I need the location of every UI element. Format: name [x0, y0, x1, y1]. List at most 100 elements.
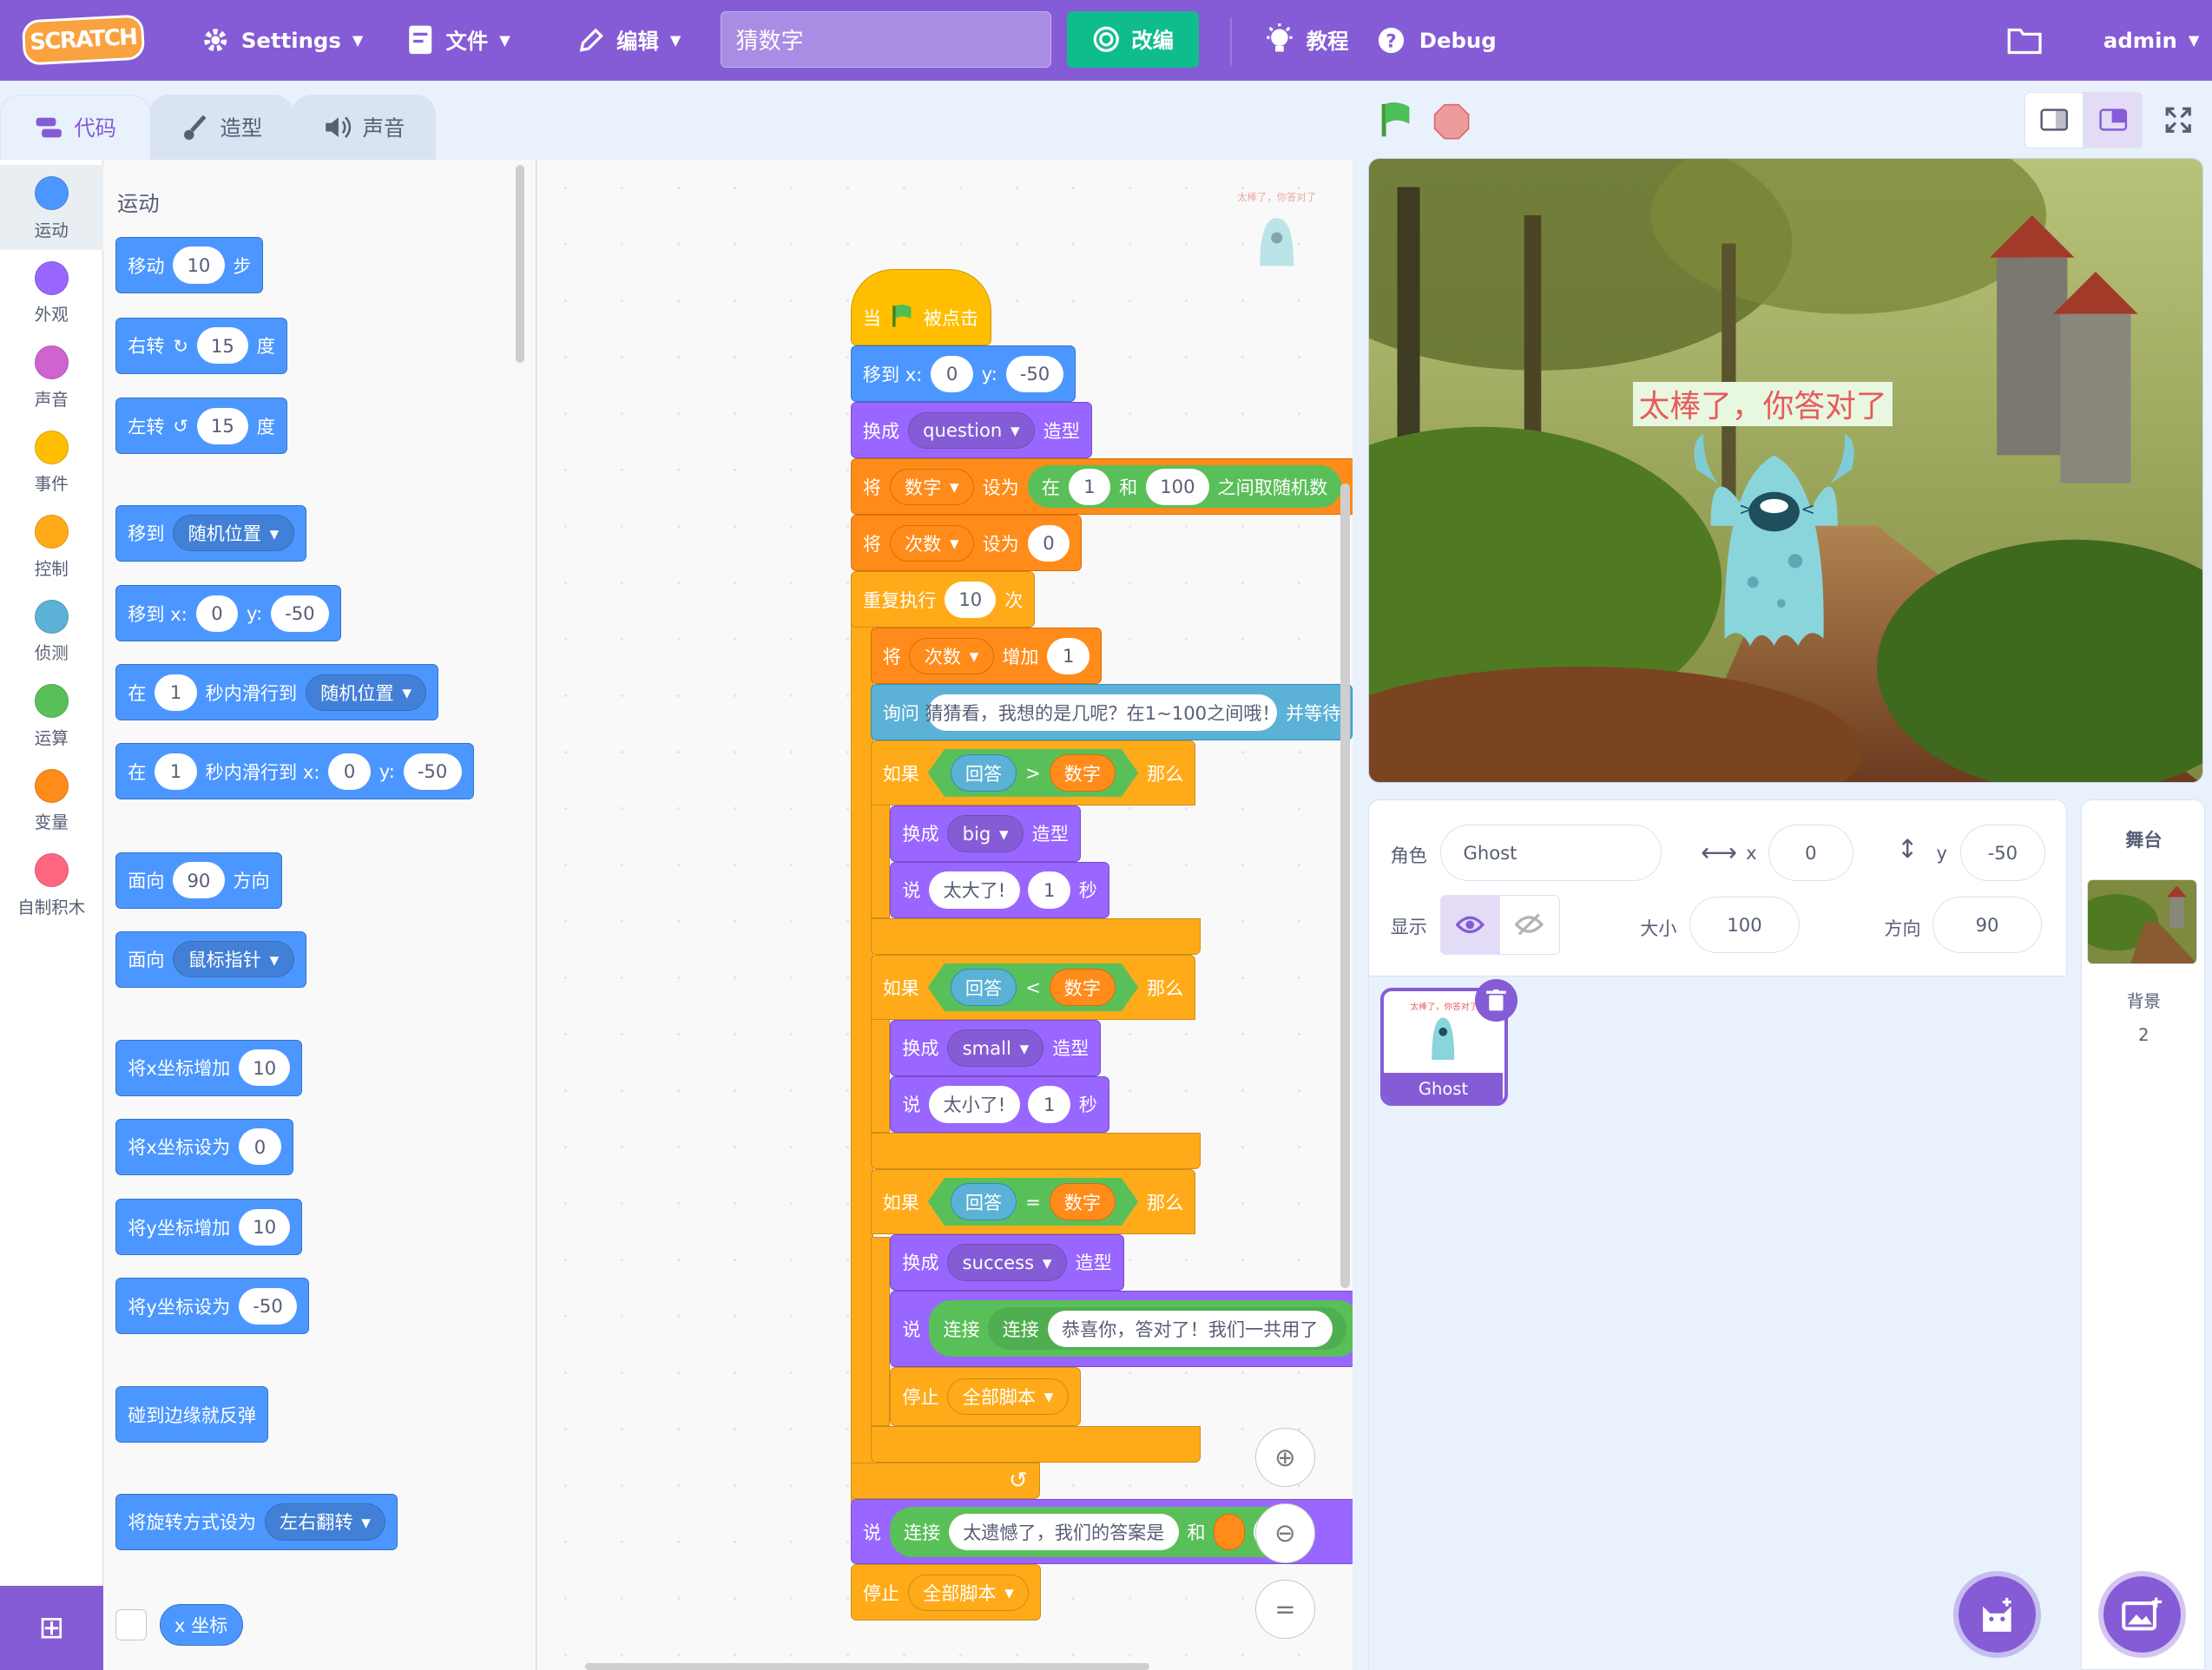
block-dropdown[interactable]: success ▾ [947, 1244, 1067, 1281]
zoom-out-button[interactable]: ⊖ [1255, 1503, 1315, 1563]
join-operator[interactable]: 连接 恭喜你，答对了！我们一共用了 [988, 1307, 1346, 1351]
block-input[interactable]: -50 [270, 595, 329, 632]
block-goto-xy[interactable]: 移到 x: 0 y: -50 [115, 585, 341, 642]
block-glide-to[interactable]: 在 1 秒内滑行到 随机位置 ▾ [115, 664, 439, 721]
block-input[interactable]: 0 [328, 753, 371, 790]
answer-reporter[interactable]: 回答 [951, 1183, 1017, 1220]
add-extension-button[interactable]: ⊞ [0, 1585, 103, 1670]
remix-button[interactable]: 改编 [1066, 11, 1200, 68]
greater-than-operator[interactable]: 回答 > 数字 [928, 749, 1139, 797]
fullscreen-button[interactable] [2150, 92, 2207, 148]
block-bounce[interactable]: 碰到边缘就反弹 [115, 1386, 269, 1443]
block-dropdown[interactable]: 全部脚本 ▾ [907, 1574, 1030, 1611]
block-input[interactable]: -50 [403, 753, 462, 790]
block-stop[interactable]: 停止 全部脚本 ▾ [890, 1366, 1081, 1426]
category-sound[interactable]: 声音 [0, 334, 103, 419]
block-say[interactable]: 说连接 连接 恭喜你，答对了！我们一共用了 [890, 1290, 1353, 1367]
block-input[interactable]: 15 [196, 407, 249, 444]
tutorials-button[interactable]: 教程 [1264, 0, 1348, 81]
scratch-logo[interactable]: SCRATCH [21, 13, 146, 66]
variable-reporter[interactable] [1214, 1513, 1246, 1550]
my-stuff-button[interactable] [2006, 0, 2043, 81]
block-glide-xy[interactable]: 在 1 秒内滑行到 x: 0 y: -50 [115, 743, 474, 800]
block-repeat[interactable]: 重复执行 10 次 [850, 571, 1036, 628]
join-operator[interactable]: 连接 连接 恭喜你，答对了！我们一共用了 [929, 1300, 1353, 1358]
random-operator[interactable]: 在 1 和 100 之间取随机数 [1027, 465, 1342, 508]
block-if-equal[interactable]: 如果 回答 = 数字 那么 [870, 1169, 1196, 1234]
block-input[interactable]: 猜猜看，我想的是几呢？在1~100之间哦！ [925, 694, 1280, 731]
block-goto-xy[interactable]: 移到 x: 0 y: -50 [850, 345, 1076, 403]
hide-sprite-button[interactable] [1498, 895, 1560, 955]
block-point-direction[interactable]: 面向 90 方向 [115, 851, 282, 909]
settings-menu[interactable]: Settings ▼ [201, 0, 363, 81]
equals-operator[interactable]: 回答 = 数字 [928, 1178, 1139, 1226]
answer-reporter[interactable]: 回答 [951, 754, 1017, 791]
block-input[interactable]: 1 [155, 674, 197, 711]
block-input[interactable]: 0 [195, 595, 239, 632]
block-switch-costume[interactable]: 换成 success ▾ 造型 [890, 1233, 1124, 1291]
block-input[interactable]: 10 [173, 247, 225, 284]
y-input[interactable]: -50 [1960, 825, 2045, 881]
large-stage-button[interactable] [2084, 91, 2143, 148]
stage-canvas[interactable]: 太棒了，你答对了 > < [1368, 158, 2204, 783]
ghost-sprite[interactable]: > < [1682, 427, 1866, 653]
block-input[interactable]: -50 [1005, 355, 1064, 392]
block-turn-left[interactable]: 左转 ↺ 15 度 [115, 398, 287, 455]
block-ask-and-wait[interactable]: 询问 猜猜看，我想的是几呢？在1~100之间哦！ 并等待 [870, 684, 1353, 741]
block-change-x[interactable]: 将x坐标增加 10 [115, 1039, 303, 1096]
tab-code[interactable]: 代码 [0, 94, 151, 160]
block-dropdown[interactable]: 次数 ▾ [889, 524, 974, 562]
variable-reporter[interactable]: 数字 [1050, 754, 1116, 791]
project-title-input[interactable]: 猜数字 [721, 11, 1051, 68]
account-menu[interactable]: admin ▼ [2103, 0, 2199, 81]
block-rotation-style[interactable]: 将旋转方式设为 左右翻转 ▾ [115, 1493, 398, 1550]
block-input[interactable]: 1 [1028, 871, 1071, 909]
green-flag-button[interactable] [1377, 100, 1417, 146]
category-sensing[interactable]: 侦测 [0, 588, 103, 674]
block-dropdown[interactable]: 随机位置 ▾ [305, 674, 427, 711]
block-if-greater[interactable]: 如果 回答 > 数字 那么 [870, 740, 1196, 805]
xpos-checkbox[interactable] [115, 1609, 147, 1640]
block-dropdown[interactable]: 鼠标指针 ▾ [173, 940, 294, 978]
choose-backdrop-button[interactable] [2098, 1570, 2187, 1659]
block-input[interactable]: 1 [1047, 637, 1090, 674]
block-if-less[interactable]: 如果 回答 < 数字 那么 [870, 955, 1196, 1020]
block-input[interactable]: 10 [239, 1208, 291, 1246]
stage-target-panel[interactable]: 舞台 背景 2 [2080, 799, 2205, 1670]
block-set-y[interactable]: 将y坐标设为 -50 [115, 1278, 310, 1335]
choose-sprite-button[interactable] [1953, 1570, 2041, 1659]
stop-button[interactable] [1433, 103, 1470, 146]
block-change-variable[interactable]: 将次数 ▾ 增加 1 [870, 628, 1103, 685]
block-dropdown[interactable]: small ▾ [947, 1029, 1044, 1067]
direction-input[interactable]: 90 [1932, 896, 2043, 953]
edit-menu[interactable]: 编辑 ▼ [577, 0, 681, 81]
sprite-name-input[interactable]: Ghost [1439, 825, 1662, 881]
answer-reporter[interactable]: 回答 [951, 969, 1017, 1005]
block-input[interactable]: 100 [1146, 468, 1209, 505]
category-control[interactable]: 控制 [0, 503, 103, 588]
block-turn-right[interactable]: 右转 ↻ 15 度 [115, 317, 287, 374]
debug-button[interactable]: ? Debug [1374, 0, 1497, 81]
block-dropdown[interactable]: question ▾ [907, 411, 1035, 449]
block-input[interactable]: 太遗憾了，我们的答案是 [948, 1513, 1179, 1550]
block-input[interactable]: 0 [239, 1128, 281, 1166]
block-input[interactable]: -50 [239, 1287, 298, 1325]
block-input[interactable]: 1 [155, 753, 197, 790]
block-switch-costume[interactable]: 换成 small ▾ 造型 [890, 1019, 1102, 1076]
block-dropdown[interactable]: 数字 ▾ [889, 468, 974, 505]
block-goto[interactable]: 移到 随机位置 ▾ [115, 504, 306, 562]
block-point-towards[interactable]: 面向 鼠标指针 ▾ [115, 930, 306, 988]
block-input[interactable]: 10 [239, 1049, 291, 1087]
block-switch-costume[interactable]: 换成 question ▾ 造型 [850, 402, 1092, 459]
block-set-x[interactable]: 将x坐标设为 0 [115, 1118, 293, 1175]
zoom-reset-button[interactable]: = [1255, 1580, 1315, 1640]
block-say-for-secs[interactable]: 说太大了! 1 秒 [890, 861, 1109, 918]
block-stop[interactable]: 停止 全部脚本 ▾ [850, 1564, 1042, 1621]
script-area[interactable]: 太棒了，你答对了 ↺ 当 被点击 移到 x: 0 y: -50 换成 question ▾… [537, 159, 1353, 1670]
block-set-variable-random[interactable]: 将数字 ▾ 设为在 1 和 100 之间取随机数 [850, 458, 1353, 516]
script-horizontal-scrollbar[interactable] [585, 1662, 1150, 1670]
show-sprite-button[interactable] [1439, 895, 1501, 955]
zoom-in-button[interactable]: ⊕ [1255, 1427, 1315, 1487]
palette-scrollbar[interactable] [515, 165, 524, 363]
category-operators[interactable]: 运算 [0, 673, 103, 758]
